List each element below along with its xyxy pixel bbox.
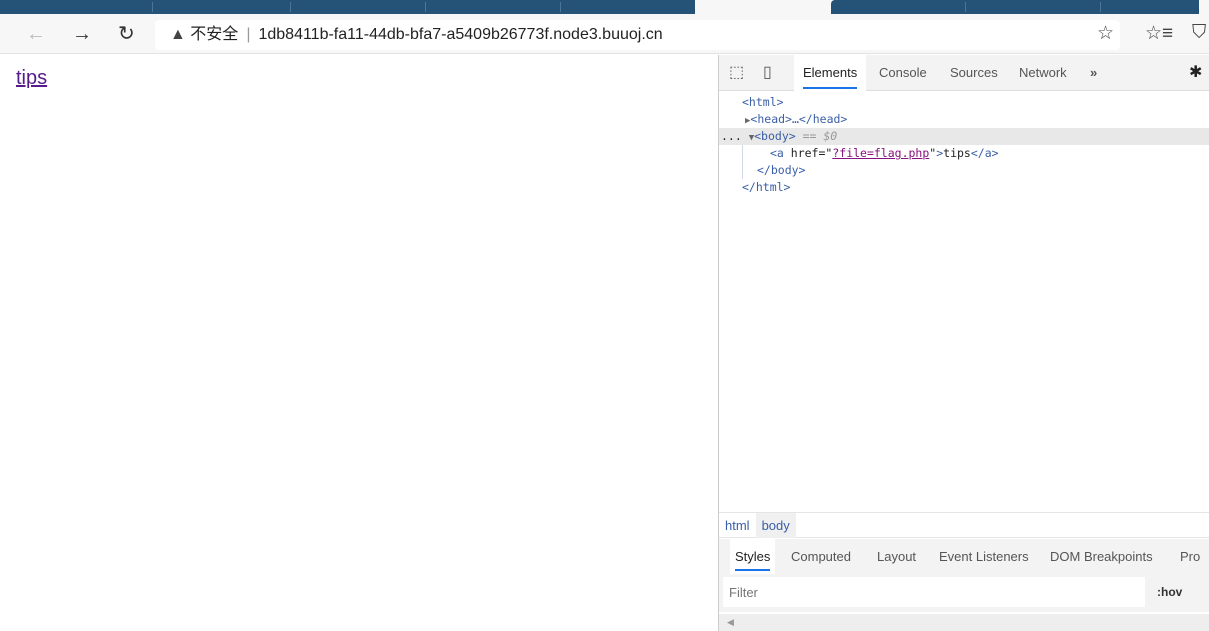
dom-node-body[interactable]: ... ▼<body> == $0 (719, 128, 1209, 145)
tab-separator (1100, 2, 1101, 12)
tab-separator (425, 2, 426, 12)
devtools-panel: ⬚ ▯ Elements Console Sources Network » ✱… (718, 55, 1209, 631)
url-text[interactable]: 1db8411b-fa11-44db-bfa7-a5409b26773f.nod… (258, 26, 662, 43)
tab-event-listeners[interactable]: Event Listeners (939, 539, 1029, 574)
inactive-tabs-right[interactable] (831, 0, 1199, 14)
gear-icon[interactable]: ✱ (1189, 55, 1202, 91)
dom-node-html-close[interactable]: </html> (719, 179, 1209, 196)
page-content: tips (0, 55, 718, 631)
tab-separator (152, 2, 153, 12)
divider: | (246, 26, 251, 43)
browser-toolbar: ← → ↻ ▲ 不安全 | 1db8411b-fa11-44db-bfa7-a540… (0, 14, 1209, 54)
tab-console[interactable]: Console (879, 55, 927, 91)
dom-node-body-close[interactable]: </body> (742, 162, 1209, 179)
dom-tree: <html> ▶<head>…</head> ... ▼<body> == $0… (719, 91, 1209, 196)
breadcrumb-body[interactable]: body (755, 513, 796, 538)
more-icon[interactable]: ... (721, 129, 749, 143)
address-bar[interactable]: ▲ 不安全 | 1db8411b-fa11-44db-bfa7-a5409b2677… (155, 20, 1120, 50)
tab-layout[interactable]: Layout (877, 539, 916, 574)
tab-computed[interactable]: Computed (791, 539, 851, 574)
breadcrumb-html[interactable]: html (719, 513, 756, 538)
hov-toggle[interactable]: :hov (1157, 585, 1182, 599)
shield-icon[interactable]: ⛉ (1192, 22, 1206, 44)
tab-properties[interactable]: Pro (1180, 539, 1200, 574)
filter-bar: :hov (719, 574, 1209, 612)
inspect-element-icon[interactable]: ⬚ (729, 55, 744, 91)
tab-separator (965, 2, 966, 12)
device-toolbar-icon[interactable]: ▯ (763, 55, 772, 91)
inactive-tabs[interactable] (0, 0, 695, 14)
star-icon[interactable]: ☆ (1097, 22, 1114, 45)
horizontal-scrollbar[interactable]: ◀ (719, 614, 1209, 631)
arrow-right-icon[interactable]: → (72, 22, 92, 46)
arrow-left-icon[interactable]: ← (26, 22, 46, 46)
tab-elements[interactable]: Elements (794, 55, 867, 91)
href-link[interactable]: ?file=flag.php (832, 146, 929, 160)
refresh-icon[interactable]: ↻ (118, 22, 135, 46)
dom-node-a[interactable]: <a href="?file=flag.php">tips</a> (742, 145, 1209, 162)
tab-separator (290, 2, 291, 12)
tips-link[interactable]: tips (16, 67, 47, 90)
filter-input[interactable] (723, 577, 1145, 607)
warning-triangle-icon: ▲ (170, 26, 186, 43)
tab-dom-breakpoints[interactable]: DOM Breakpoints (1050, 539, 1153, 574)
devtools-tabbar: ⬚ ▯ Elements Console Sources Network » ✱ (719, 55, 1209, 91)
styles-tabbar: Styles Computed Layout Event Listeners D… (719, 539, 1209, 574)
breadcrumb: html body (719, 512, 1209, 538)
dom-node-head[interactable]: ▶<head>…</head> (719, 111, 1209, 128)
dom-node-html[interactable]: <html> (719, 94, 1209, 111)
tab-strip (0, 0, 1209, 14)
tab-sources[interactable]: Sources (950, 55, 998, 91)
tab-separator (560, 2, 561, 12)
more-tabs-button[interactable]: » (1090, 55, 1097, 91)
tab-network[interactable]: Network (1019, 55, 1067, 91)
scroll-left-icon[interactable]: ◀ (727, 617, 734, 627)
security-label[interactable]: 不安全 (190, 26, 238, 43)
favorites-list-icon[interactable]: ☆≡ (1145, 22, 1173, 45)
tab-styles[interactable]: Styles (730, 539, 776, 574)
